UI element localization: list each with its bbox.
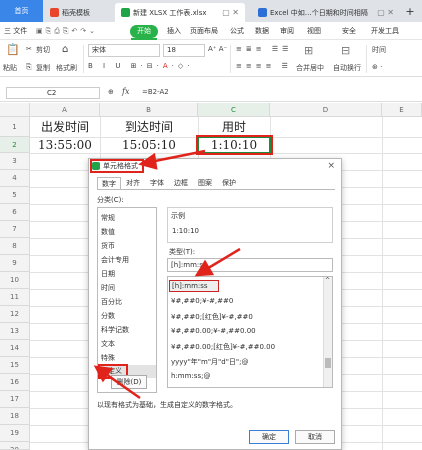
- annotation-arrows: [93, 149, 241, 400]
- arrow-to-dialog-title: [149, 149, 206, 164]
- arrow-head: [138, 152, 158, 170]
- arrow-to-custom: [102, 370, 141, 400]
- arrow-head: [93, 365, 114, 383]
- arrow-head: [194, 259, 215, 277]
- arrow-to-format: [204, 247, 241, 272]
